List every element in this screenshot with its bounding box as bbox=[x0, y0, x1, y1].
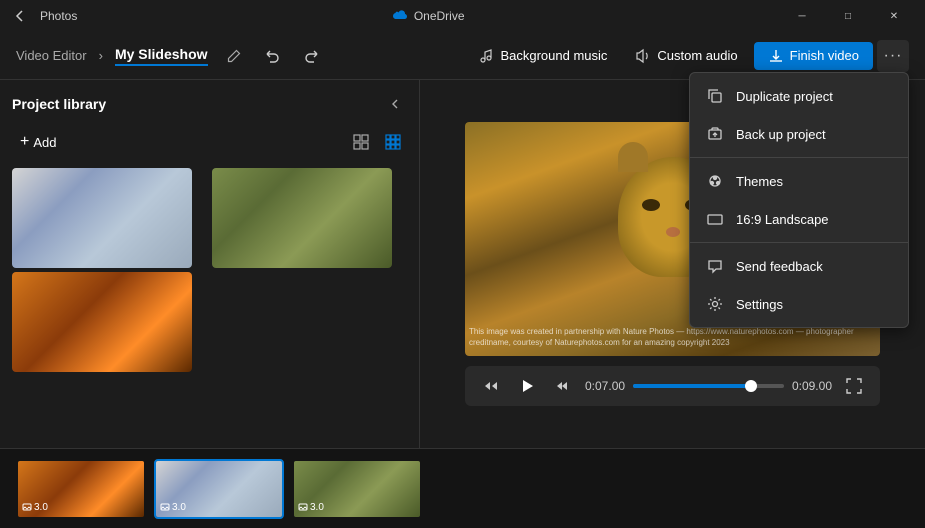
timeline-item-1[interactable]: 3.0 bbox=[154, 459, 284, 519]
timeline: 3.0 3.0 3.0 bbox=[0, 448, 925, 528]
skip-forward-icon bbox=[555, 378, 571, 394]
rewind-icon bbox=[483, 378, 499, 394]
app-title: Photos bbox=[40, 9, 77, 23]
menu-label-feedback: Send feedback bbox=[736, 259, 823, 274]
plus-icon: + bbox=[20, 133, 29, 151]
grid-large-button[interactable] bbox=[347, 128, 375, 156]
landscape-icon bbox=[706, 210, 724, 228]
project-library: Project library + Add bbox=[0, 80, 420, 448]
library-header: Project library bbox=[12, 92, 407, 116]
menu-item-feedback[interactable]: Send feedback bbox=[690, 247, 908, 285]
settings-icon bbox=[706, 295, 724, 313]
menu-label-landscape: 16:9 Landscape bbox=[736, 212, 829, 227]
timeline-label-0: 3.0 bbox=[22, 502, 48, 513]
menu-item-duplicate[interactable]: Duplicate project bbox=[690, 77, 908, 115]
timeline-item-0[interactable]: 3.0 bbox=[16, 459, 146, 519]
grid-small-button[interactable] bbox=[379, 128, 407, 156]
video-controls: 0:07.00 0:09.00 bbox=[465, 366, 880, 406]
redo-button[interactable] bbox=[296, 40, 328, 72]
themes-icon bbox=[706, 172, 724, 190]
edit-icon bbox=[227, 49, 241, 63]
window-controls: ─ □ ✕ bbox=[779, 0, 917, 32]
onedrive-label: OneDrive bbox=[414, 9, 465, 23]
image-icon-0 bbox=[22, 502, 32, 512]
duplicate-icon bbox=[706, 87, 724, 105]
total-time: 0:09.00 bbox=[792, 379, 832, 393]
timeline-label-2: 3.0 bbox=[298, 502, 324, 513]
undo-button[interactable] bbox=[256, 40, 288, 72]
title-bar: Photos OneDrive ─ □ ✕ bbox=[0, 0, 925, 32]
progress-bar[interactable] bbox=[633, 384, 784, 388]
more-icon: ··· bbox=[884, 47, 903, 65]
add-media-button[interactable]: + Add bbox=[12, 129, 64, 155]
library-toolbar: + Add bbox=[12, 128, 407, 156]
menu-item-landscape[interactable]: 16:9 Landscape bbox=[690, 200, 908, 238]
menu-label-backup: Back up project bbox=[736, 127, 826, 142]
rewind-button[interactable] bbox=[477, 372, 505, 400]
video-editor-link[interactable]: Video Editor bbox=[16, 48, 87, 63]
grid-small-icon bbox=[385, 134, 401, 150]
image-icon-1 bbox=[160, 502, 170, 512]
project-name: My Slideshow bbox=[115, 46, 208, 66]
play-icon bbox=[517, 376, 537, 396]
video-caption: This image was created in partnership wi… bbox=[469, 327, 876, 348]
grid-large-icon bbox=[353, 134, 369, 150]
current-time: 0:07.00 bbox=[585, 379, 625, 393]
menu-item-backup[interactable]: Back up project bbox=[690, 115, 908, 153]
media-grid bbox=[12, 168, 407, 372]
media-item-tiger[interactable] bbox=[12, 272, 192, 372]
finish-video-button[interactable]: Finish video bbox=[754, 42, 873, 70]
edit-project-name-button[interactable] bbox=[220, 42, 248, 70]
library-title: Project library bbox=[12, 96, 106, 112]
toolbar-actions: Background music Custom audio Finish vid… bbox=[466, 40, 909, 72]
menu-item-themes[interactable]: Themes bbox=[690, 162, 908, 200]
menu-item-settings[interactable]: Settings bbox=[690, 285, 908, 323]
view-toggle bbox=[347, 128, 407, 156]
export-icon bbox=[768, 48, 784, 64]
undo-icon bbox=[264, 48, 280, 64]
skip-forward-button[interactable] bbox=[549, 372, 577, 400]
backup-icon bbox=[706, 125, 724, 143]
toolbar-left: Video Editor › My Slideshow bbox=[16, 40, 466, 72]
menu-label-settings: Settings bbox=[736, 297, 783, 312]
minimize-button[interactable]: ─ bbox=[779, 0, 825, 32]
breadcrumb-separator: › bbox=[99, 48, 103, 63]
timeline-item-2[interactable]: 3.0 bbox=[292, 459, 422, 519]
maximize-button[interactable]: □ bbox=[825, 0, 871, 32]
menu-divider-1 bbox=[690, 157, 908, 158]
background-music-button[interactable]: Background music bbox=[466, 42, 619, 70]
timeline-label-1: 3.0 bbox=[160, 502, 186, 513]
collapse-library-button[interactable] bbox=[383, 92, 407, 116]
dropdown-menu: Duplicate project Back up project Themes bbox=[689, 72, 909, 328]
menu-label-themes: Themes bbox=[736, 174, 783, 189]
progress-fill bbox=[633, 384, 751, 388]
more-options-button[interactable]: ··· bbox=[877, 40, 909, 72]
audio-icon bbox=[635, 48, 651, 64]
onedrive-area: OneDrive bbox=[392, 8, 465, 24]
progress-thumb bbox=[745, 380, 757, 392]
play-button[interactable] bbox=[513, 372, 541, 400]
title-bar-left: Photos bbox=[8, 4, 77, 28]
music-icon bbox=[478, 48, 494, 64]
redo-icon bbox=[304, 48, 320, 64]
fullscreen-button[interactable] bbox=[840, 372, 868, 400]
media-item-cubs[interactable] bbox=[212, 168, 392, 268]
image-icon-2 bbox=[298, 502, 308, 512]
fullscreen-icon bbox=[846, 378, 862, 394]
collapse-icon bbox=[387, 96, 403, 112]
onedrive-icon bbox=[392, 8, 408, 24]
back-button[interactable] bbox=[8, 4, 32, 28]
custom-audio-button[interactable]: Custom audio bbox=[623, 42, 749, 70]
feedback-icon bbox=[706, 257, 724, 275]
close-button[interactable]: ✕ bbox=[871, 0, 917, 32]
menu-divider-2 bbox=[690, 242, 908, 243]
media-item-wolf[interactable] bbox=[12, 168, 192, 268]
menu-label-duplicate: Duplicate project bbox=[736, 89, 833, 104]
